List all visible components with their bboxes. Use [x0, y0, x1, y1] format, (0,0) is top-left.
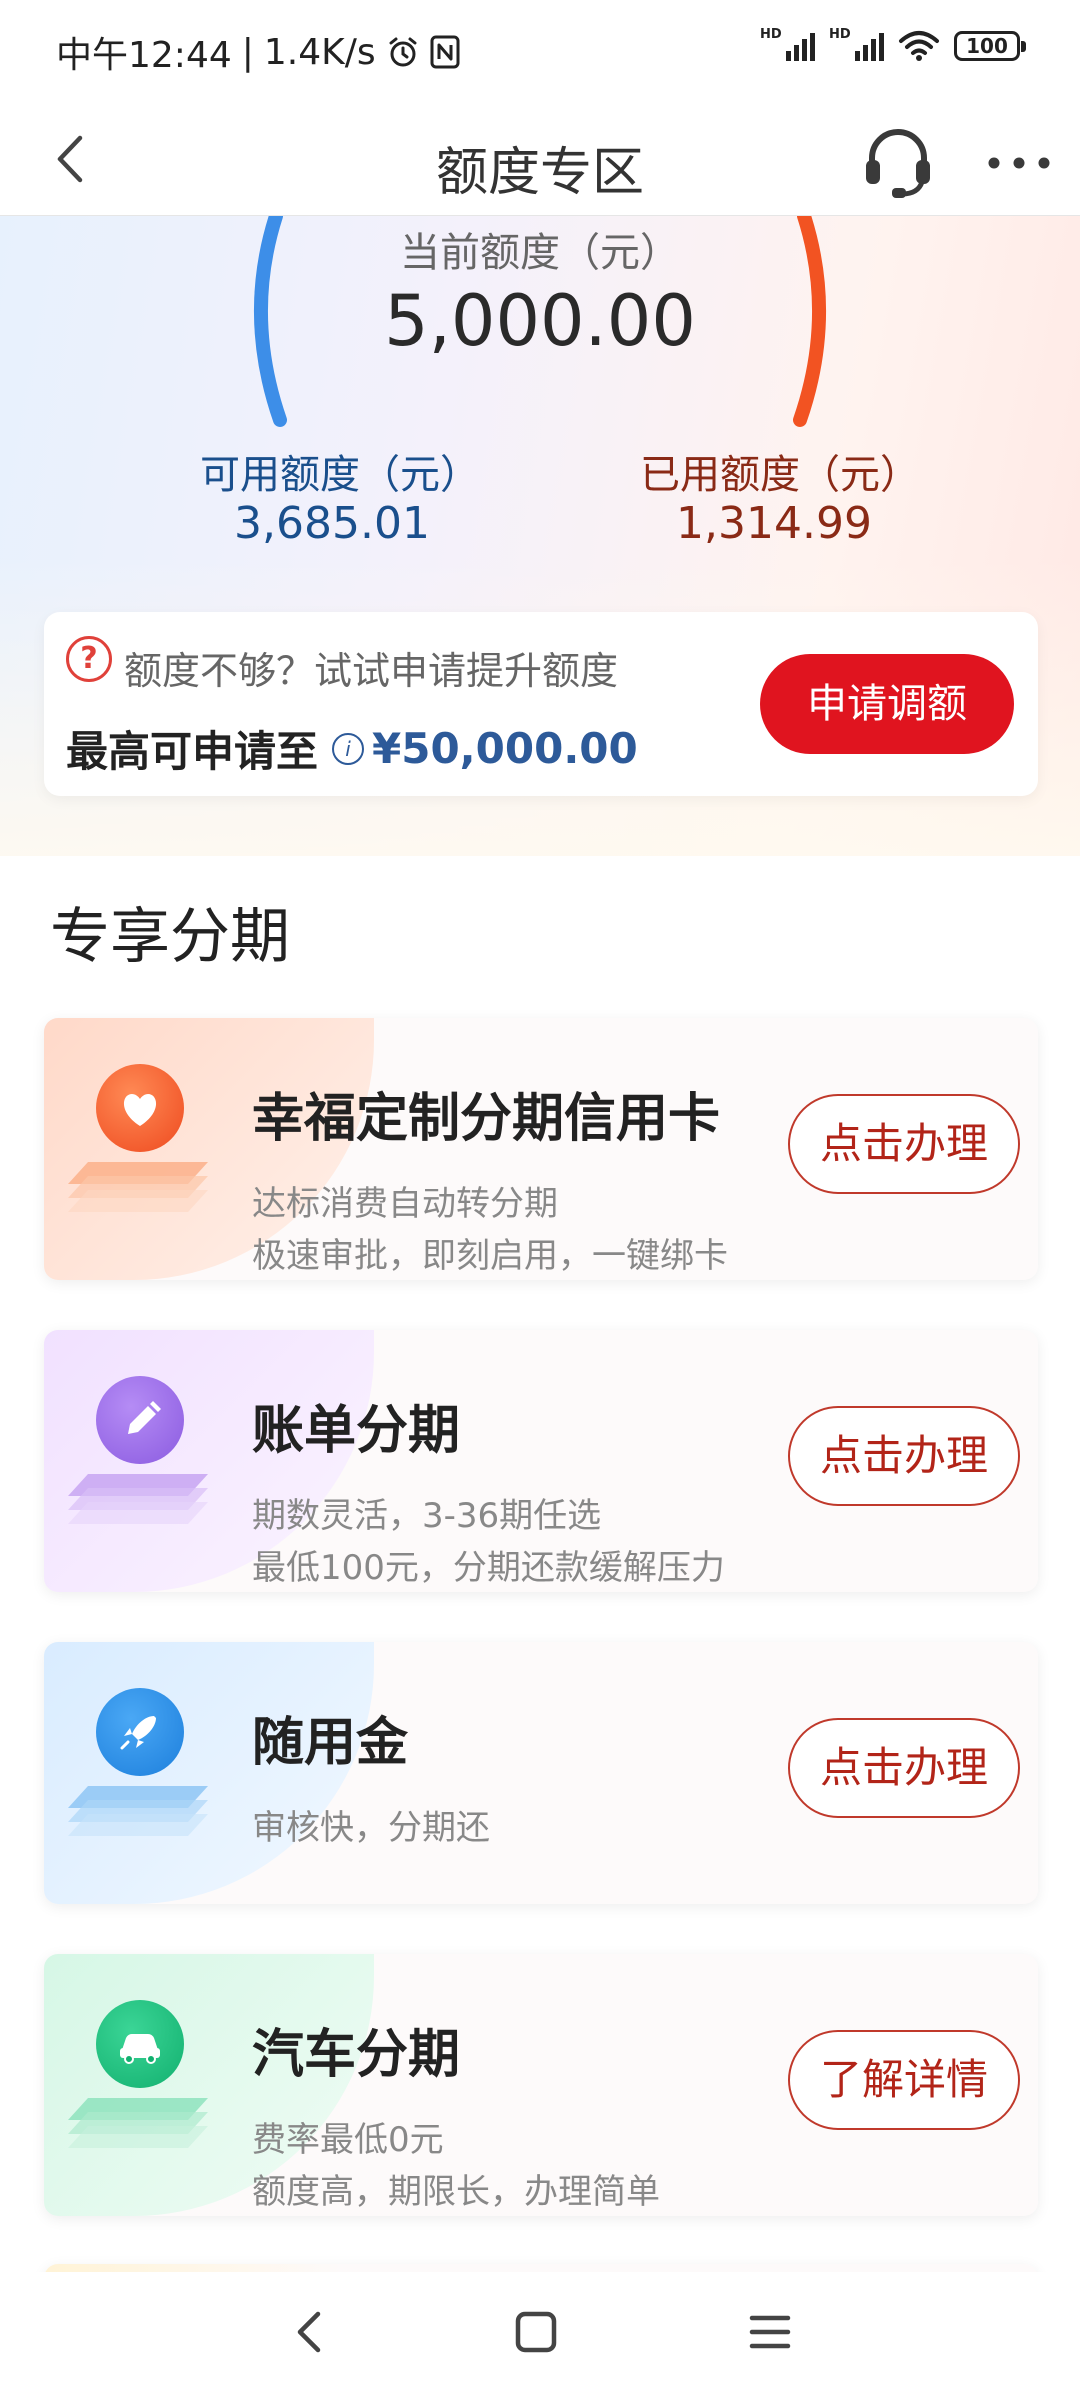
apply-button[interactable]: 点击办理	[788, 1094, 1020, 1194]
question-icon: ?	[66, 636, 112, 682]
apply-raise-button[interactable]: 申请调额	[760, 654, 1014, 754]
raise-limit-card: ? 额度不够？试试申请提升额度 最高可申请至 i ¥50,000.00 申请调额	[44, 612, 1038, 796]
nav-back-icon	[297, 2311, 321, 2353]
used-limit-value: 1,314.99	[676, 498, 872, 549]
signal-hd-label-2: HD	[829, 27, 851, 42]
layered-plate-icon	[68, 1474, 208, 1524]
product-desc-line1: 达标消费自动转分期	[252, 1184, 558, 1224]
app-header: 额度专区	[0, 100, 1080, 216]
product-title: 随用金	[252, 1713, 409, 1773]
product-illustration	[58, 1376, 218, 1546]
product-title: 汽车分期	[252, 2025, 461, 2085]
product-illustration	[58, 1688, 218, 1858]
car-icon	[96, 2000, 184, 2088]
status-bar: 中午12:44 | 1.4K/s HD HD 100	[0, 0, 1080, 100]
more-dots-icon	[988, 157, 1050, 169]
battery-icon: 100	[954, 31, 1026, 61]
raise-limit-hint: 额度不够？试试申请提升额度	[124, 649, 619, 693]
status-left: 中午12:44 | 1.4K/s	[56, 26, 460, 78]
current-limit-label: 当前额度（元）	[400, 230, 680, 276]
available-limit-value: 3,685.01	[234, 498, 430, 549]
heart-icon	[96, 1064, 184, 1152]
available-limit-label: 可用额度（元）	[200, 452, 480, 498]
headset-icon	[866, 129, 930, 198]
product-desc-line1: 期数灵活，3-36期任选	[252, 1496, 602, 1536]
product-title: 幸福定制分期信用卡	[252, 1089, 721, 1149]
pencil-icon	[96, 1376, 184, 1464]
product-illustration	[58, 1064, 218, 1234]
credit-overview: 当前额度（元） 5,000.00 可用额度（元） 3,685.01 已用额度（元…	[0, 216, 1080, 856]
product-desc-line1: 审核快，分期还	[252, 1808, 490, 1848]
product-desc-line2: 额度高，期限长，办理简单	[252, 2172, 660, 2212]
info-icon[interactable]: i	[332, 732, 365, 765]
nfc-icon	[430, 35, 460, 69]
product-card-credit-card[interactable]: 幸福定制分期信用卡 达标消费自动转分期 极速审批，即刻启用，一键绑卡 点击办理	[44, 1018, 1038, 1280]
signal-icon-2: HD	[829, 27, 884, 61]
product-card-cash-loan[interactable]: 随用金 审核快，分期还 点击办理	[44, 1642, 1038, 1904]
rocket-icon	[96, 1688, 184, 1776]
max-limit-label: 最高可申请至	[66, 727, 319, 776]
product-card-bill-installment[interactable]: 账单分期 期数灵活，3-36期任选 最低100元，分期还款缓解压力 点击办理	[44, 1330, 1038, 1592]
product-desc-line2: 最低100元，分期还款缓解压力	[252, 1548, 725, 1588]
details-button[interactable]: 了解详情	[788, 2030, 1020, 2130]
status-speed: 1.4K/s	[263, 31, 376, 73]
layered-plate-icon	[68, 1162, 208, 1212]
status-right: HD HD 100	[760, 27, 1026, 62]
alarm-icon	[389, 37, 417, 67]
apply-button[interactable]: 点击办理	[788, 1406, 1020, 1506]
signal-hd-label: HD	[760, 27, 782, 42]
current-limit-value: 5,000.00	[384, 280, 696, 362]
used-limit-label: 已用额度（元）	[640, 452, 920, 498]
nav-home-button[interactable]	[508, 2304, 564, 2360]
product-desc-line1: 费率最低0元	[252, 2120, 444, 2160]
status-time: 中午12:44	[56, 35, 232, 76]
section-title: 专享分期	[50, 902, 290, 972]
product-title: 账单分期	[252, 1401, 461, 1461]
product-desc-line2: 极速审批，即刻启用，一键绑卡	[252, 1236, 728, 1276]
max-limit-amount: ¥50,000.00	[372, 724, 638, 773]
nav-home-icon	[515, 2311, 557, 2353]
product-card-car-installment[interactable]: 汽车分期 费率最低0元 额度高，期限长，办理简单 了解详情	[44, 1954, 1038, 2216]
layered-plate-icon	[68, 2098, 208, 2148]
more-button[interactable]	[984, 128, 1054, 198]
nav-menu-icon	[749, 2315, 791, 2349]
signal-icon: HD	[760, 27, 815, 61]
system-nav-bar	[0, 2272, 1080, 2400]
wifi-icon	[899, 31, 939, 61]
max-limit-row: 最高可申请至 i ¥50,000.00	[66, 718, 638, 779]
layered-plate-icon	[68, 1786, 208, 1836]
apply-button[interactable]: 点击办理	[788, 1718, 1020, 1818]
status-divider: |	[241, 31, 254, 73]
nav-menu-button[interactable]	[740, 2304, 800, 2360]
customer-service-button[interactable]	[858, 122, 938, 202]
nav-back-button[interactable]	[280, 2302, 340, 2362]
product-illustration	[58, 2000, 218, 2170]
